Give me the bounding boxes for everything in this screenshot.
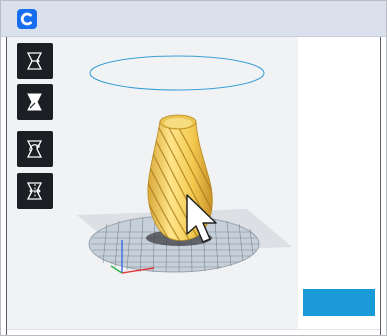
scale-icon — [27, 93, 42, 111]
build-volume-top-ring — [89, 55, 265, 91]
action-panel — [298, 37, 380, 329]
rotate-tool-button[interactable] — [17, 131, 53, 167]
cura-logo-icon — [17, 9, 37, 29]
status-strip — [7, 329, 380, 335]
scale-tool-button[interactable] — [17, 84, 53, 120]
3d-viewport[interactable] — [7, 37, 298, 329]
title-bar — [1, 1, 386, 37]
mirror-tool-button[interactable] — [17, 173, 53, 209]
move-tool-button[interactable] — [17, 43, 53, 79]
slice-button[interactable] — [303, 289, 375, 316]
move-icon — [26, 52, 43, 70]
mirror-icon — [26, 182, 43, 200]
rotate-icon — [26, 140, 43, 158]
